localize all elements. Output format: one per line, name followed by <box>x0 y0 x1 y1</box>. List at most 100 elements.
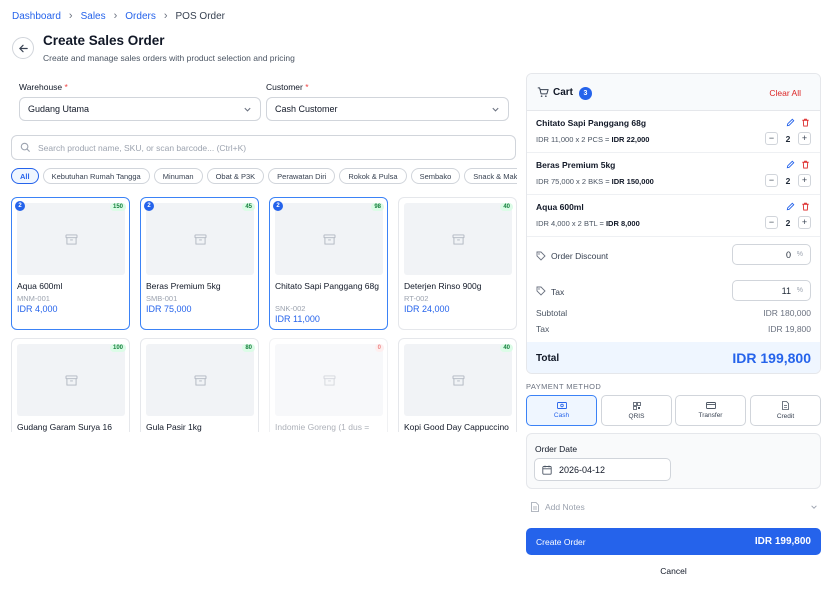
product-price: IDR 4,000 <box>17 304 58 314</box>
product-image-placeholder <box>275 344 383 416</box>
order-discount-input[interactable]: 0 % <box>732 244 811 265</box>
tax-label: Tax <box>551 287 565 297</box>
breadcrumb-current: POS Order <box>175 10 225 22</box>
product-card[interactable]: 2 98 Chitato Sapi Panggang 68g SNK-002 I… <box>269 197 388 330</box>
chevron-down-icon <box>244 107 251 112</box>
payment-cash-label: Cash <box>553 412 570 419</box>
product-card[interactable]: 100 Gudang Garam Surya 16 <box>11 338 130 432</box>
product-name: Gudang Garam Surya 16 <box>17 422 112 432</box>
decrease-button[interactable]: − <box>765 174 778 187</box>
stock-badge: 80 <box>242 344 255 352</box>
subtotal-label: Subtotal <box>536 308 568 318</box>
payment-cash-button[interactable]: Cash <box>526 395 597 426</box>
category-chip[interactable]: Minuman <box>153 168 203 184</box>
create-order-label: Create Order <box>536 537 586 547</box>
category-chip-all[interactable]: All <box>11 168 39 184</box>
product-price: IDR 75,000 <box>146 304 192 314</box>
product-panel: Warehouse * Gudang Utama Customer * Cash… <box>10 72 518 432</box>
warehouse-value: Gudang Utama <box>28 104 90 114</box>
product-sku: SNK-002 <box>275 304 306 313</box>
product-name: Kopi Good Day Cappuccino <box>404 422 509 432</box>
tax-row-label: Tax <box>536 324 550 334</box>
increase-button[interactable]: + <box>798 132 811 145</box>
product-price: IDR 24,000 <box>404 304 450 314</box>
product-name: Beras Premium 5kg <box>146 281 221 291</box>
search-placeholder: Search product name, SKU, or scan barcod… <box>38 142 247 153</box>
product-image-placeholder <box>17 203 125 275</box>
add-notes-toggle[interactable]: Add Notes <box>526 497 821 517</box>
decrease-button[interactable]: − <box>765 216 778 229</box>
clear-all-button[interactable]: Clear All <box>769 88 801 98</box>
breadcrumb-orders[interactable]: Orders <box>125 11 156 22</box>
product-grid: 2 150 Aqua 600ml MNM-001 IDR 4,000 2 45 … <box>11 197 518 432</box>
payment-credit-button[interactable]: Credit <box>750 395 821 426</box>
back-button[interactable] <box>12 37 34 59</box>
chevron-down-icon <box>492 107 499 112</box>
document-icon <box>782 401 789 410</box>
cart-item-detail: IDR 11,000 x 2 PCS = IDR 22,000 <box>536 135 650 144</box>
cart-title: Cart <box>553 87 574 98</box>
product-card[interactable]: 2 150 Aqua 600ml MNM-001 IDR 4,000 <box>11 197 130 330</box>
warehouse-select[interactable]: Gudang Utama <box>19 97 261 121</box>
pencil-icon[interactable] <box>786 160 795 169</box>
category-chip[interactable]: Sembako <box>410 168 461 184</box>
product-image-placeholder <box>146 344 254 416</box>
customer-select[interactable]: Cash Customer <box>266 97 509 121</box>
create-order-button[interactable]: Create Order IDR 199,800 <box>526 528 821 555</box>
box-icon <box>323 233 335 245</box>
category-chip[interactable]: Perawatan Diri <box>268 168 336 184</box>
chevron-right-icon: › <box>68 10 73 22</box>
cart-count-badge: 3 <box>579 87 592 100</box>
cart-item-name: Chitato Sapi Panggang 68g <box>536 118 647 128</box>
product-image-placeholder <box>17 344 125 416</box>
customer-label: Customer * <box>266 82 309 92</box>
product-card[interactable]: 40 Kopi Good Day Cappuccino <box>398 338 517 432</box>
product-card[interactable]: 2 45 Beras Premium 5kg SMB-001 IDR 75,00… <box>140 197 259 330</box>
category-chip[interactable]: Rokok & Pulsa <box>339 168 407 184</box>
cart-panel: Cart 3 Clear All Chitato Sapi Panggang 6… <box>526 73 821 374</box>
quantity-stepper: − 2 + <box>765 216 811 229</box>
breadcrumb-dashboard[interactable]: Dashboard <box>12 11 61 22</box>
category-chip[interactable]: Obat & P3K <box>206 168 265 184</box>
percent-unit: % <box>796 251 803 258</box>
box-icon <box>452 233 464 245</box>
order-date-value: 2026-04-12 <box>559 464 606 475</box>
order-date-input[interactable]: 2026-04-12 <box>534 458 671 481</box>
trash-icon[interactable] <box>801 118 810 127</box>
chevron-right-icon: › <box>113 10 118 22</box>
box-icon <box>194 233 206 245</box>
payment-qris-button[interactable]: QRIS <box>601 395 672 426</box>
page-title: Create Sales Order <box>43 33 165 48</box>
product-card[interactable]: 80 Gula Pasir 1kg <box>140 338 259 432</box>
box-icon <box>323 374 335 386</box>
pencil-icon[interactable] <box>786 118 795 127</box>
cash-icon <box>556 402 567 409</box>
pencil-icon[interactable] <box>786 202 795 211</box>
cancel-button[interactable]: Cancel <box>526 566 821 576</box>
product-card[interactable]: 40 Deterjen Rinso 900g RT-002 IDR 24,000 <box>398 197 517 330</box>
stock-badge: 100 <box>109 344 126 352</box>
box-icon <box>65 233 77 245</box>
trash-icon[interactable] <box>801 160 810 169</box>
breadcrumb-sales[interactable]: Sales <box>81 11 106 22</box>
increase-button[interactable]: + <box>798 174 811 187</box>
order-discount-value: 0 <box>785 249 791 260</box>
order-date-label: Order Date <box>535 444 578 454</box>
product-name: Deterjen Rinso 900g <box>404 281 482 291</box>
create-order-total: IDR 199,800 <box>754 536 811 547</box>
trash-icon[interactable] <box>801 202 810 211</box>
shopping-cart-icon <box>537 87 549 97</box>
decrease-button[interactable]: − <box>765 132 778 145</box>
payment-transfer-button[interactable]: Transfer <box>675 395 746 426</box>
box-icon <box>65 374 77 386</box>
cart-item: Beras Premium 5kg IDR 75,000 x 2 BKS = I… <box>527 153 820 195</box>
increase-button[interactable]: + <box>798 216 811 229</box>
category-chip[interactable]: Kebutuhan Rumah Tangga <box>42 168 150 184</box>
product-search-input[interactable]: Search product name, SKU, or scan barcod… <box>11 135 516 160</box>
product-sku: SMB-001 <box>146 294 178 303</box>
product-image-placeholder <box>275 203 383 275</box>
total-value: IDR 199,800 <box>732 350 811 366</box>
category-chip[interactable]: Snack & Makanan <box>464 168 517 184</box>
stock-badge: 150 <box>109 203 126 211</box>
tax-input[interactable]: 11 % <box>732 280 811 301</box>
